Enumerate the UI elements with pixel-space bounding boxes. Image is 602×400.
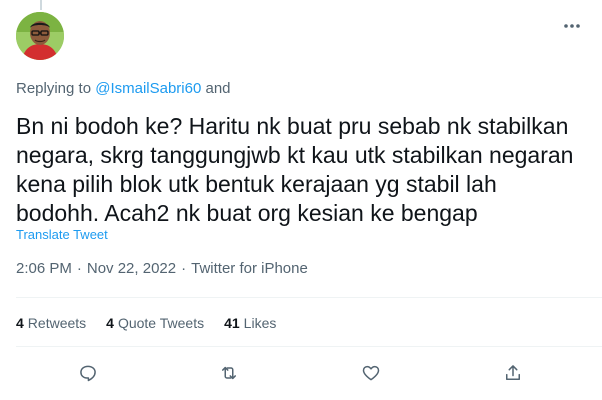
retweet-icon [222, 366, 236, 380]
likes-label: Likes [243, 315, 277, 331]
like-button[interactable] [356, 358, 386, 388]
retweet-button[interactable] [214, 358, 244, 388]
replying-prefix: Replying to [16, 80, 92, 97]
replying-to: Replying to @IsmailSabri60 and [16, 80, 231, 97]
more-options-button[interactable] [560, 14, 584, 38]
more-dots-icon [564, 24, 580, 28]
avatar[interactable] [16, 12, 64, 60]
mention-link[interactable]: @IsmailSabri60 [95, 80, 201, 97]
tweet-meta: 2:06 PM · Nov 22, 2022 · Twitter for iPhone [16, 260, 308, 277]
tweet-time[interactable]: 2:06 PM [16, 260, 72, 277]
reply-button[interactable] [73, 358, 103, 388]
retweets-stat[interactable]: 4 Retweets [16, 315, 86, 331]
replying-suffix: and [205, 80, 231, 97]
tweet-source[interactable]: Twitter for iPhone [191, 260, 308, 277]
quotes-label: Quote Tweets [117, 315, 205, 331]
tweet-text-line: Bn ni bodoh ke? Haritu nk buat pru sebab… [16, 113, 569, 139]
tweet-text-line: kena pilih blok utk bentuk kerajaan yg s… [16, 171, 497, 197]
likes-stat[interactable]: 41 Likes [224, 315, 276, 331]
quotes-count: 4 [106, 315, 114, 331]
tweet-actions [0, 358, 602, 388]
translate-tweet-link[interactable]: Translate Tweet [16, 227, 108, 242]
share-icon [506, 365, 520, 380]
heart-icon [362, 365, 380, 381]
tweet-date[interactable]: Nov 22, 2022 [87, 260, 176, 277]
retweets-label: Retweets [27, 315, 87, 331]
quote-tweets-stat[interactable]: 4 Quote Tweets [106, 315, 204, 331]
retweets-count: 4 [16, 315, 24, 331]
divider [16, 297, 602, 298]
divider [16, 346, 602, 347]
likes-count: 41 [224, 315, 240, 331]
reply-icon [80, 365, 96, 382]
tweet-stats: 4 Retweets 4 Quote Tweets 41 Likes [16, 315, 276, 331]
share-button[interactable] [498, 358, 528, 388]
avatar-image [16, 12, 64, 60]
meta-separator: · [76, 260, 82, 277]
tweet-text-line: bodohh. Acah2 nk buat org kesian ke beng… [16, 200, 478, 226]
meta-separator: · [181, 260, 187, 277]
tweet-text-line: negara, skrg tanggungjwb kt kau utk stab… [16, 142, 574, 168]
thread-connector-line [40, 0, 42, 10]
tweet-text: Bn ni bodoh ke? Haritu nk buat pru sebab… [16, 112, 586, 228]
